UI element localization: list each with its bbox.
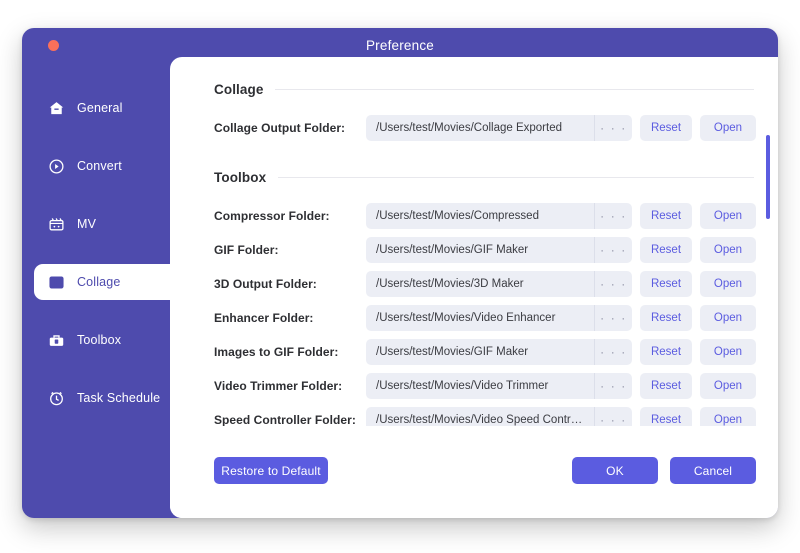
path-value: /Users/test/Movies/Compressed (376, 210, 539, 222)
clock-icon (48, 390, 65, 407)
browse-ellipsis-icon[interactable]: · · · (594, 115, 632, 141)
path-value: /Users/test/Movies/GIF Maker (376, 244, 529, 256)
scrollbar-thumb[interactable] (766, 135, 770, 219)
path-value: /Users/test/Movies/Video Enhancer (376, 312, 556, 324)
path-value: /Users/test/Movies/Video Trimmer (376, 380, 549, 392)
open-button[interactable]: Open (700, 115, 756, 141)
toolbox-icon (48, 332, 65, 349)
reset-button[interactable]: Reset (640, 373, 692, 399)
home-icon (48, 100, 65, 117)
reset-button[interactable]: Reset (640, 339, 692, 365)
clapperboard-icon (48, 216, 65, 233)
open-button[interactable]: Open (700, 271, 756, 297)
sidebar-item-task-schedule[interactable]: Task Schedule (22, 380, 182, 416)
sidebar-item-convert[interactable]: Convert (22, 148, 182, 184)
sidebar-item-label: General (77, 101, 123, 115)
reset-button[interactable]: Reset (640, 237, 692, 263)
path-field[interactable]: /Users/test/Movies/3D Maker · · · (366, 271, 632, 297)
path-field[interactable]: /Users/test/Movies/Video Trimmer · · · (366, 373, 632, 399)
section-title: Collage (214, 81, 264, 97)
browse-ellipsis-icon[interactable]: · · · (594, 271, 632, 297)
path-value: /Users/test/Movies/GIF Maker (376, 346, 529, 358)
browse-ellipsis-icon[interactable]: · · · (594, 203, 632, 229)
path-field[interactable]: /Users/test/Movies/GIF Maker · · · (366, 237, 632, 263)
row-label: Enhancer Folder: (214, 311, 314, 325)
section-divider (278, 176, 754, 178)
path-field[interactable]: /Users/test/Movies/Compressed · · · (366, 203, 632, 229)
browse-ellipsis-icon[interactable]: · · · (594, 305, 632, 331)
browse-ellipsis-icon[interactable]: · · · (594, 339, 632, 365)
scrollbar-track[interactable] (766, 83, 770, 453)
path-value: /Users/test/Movies/Collage Exported (376, 122, 562, 134)
path-field[interactable]: /Users/test/Movies/GIF Maker · · · (366, 339, 632, 365)
row-label: Collage Output Folder: (214, 121, 346, 135)
setting-row: GIF Folder: /Users/test/Movies/GIF Maker… (170, 237, 778, 263)
browse-ellipsis-icon[interactable]: · · · (594, 237, 632, 263)
settings-panel: Collage Collage Output Folder: /Users/te… (170, 57, 778, 518)
reset-button[interactable]: Reset (640, 203, 692, 229)
sidebar-item-label: Toolbox (77, 333, 122, 347)
sidebar-item-label: Convert (77, 159, 122, 173)
sidebar-item-label: Task Schedule (77, 391, 161, 405)
sidebar-item-label: Collage (77, 275, 121, 289)
path-value: /Users/test/Movies/3D Maker (376, 278, 524, 290)
setting-row: 3D Output Folder: /Users/test/Movies/3D … (170, 271, 778, 297)
row-label: 3D Output Folder: (214, 277, 317, 291)
open-button[interactable]: Open (700, 237, 756, 263)
restore-to-default-button[interactable]: Restore to Default (214, 457, 328, 484)
setting-row: Images to GIF Folder: /Users/test/Movies… (170, 339, 778, 365)
row-label: GIF Folder: (214, 243, 279, 257)
row-label: Video Trimmer Folder: (214, 379, 343, 393)
collage-grid-icon (48, 274, 65, 291)
reset-button[interactable]: Reset (640, 271, 692, 297)
section-title: Toolbox (214, 169, 267, 185)
play-circle-icon (48, 158, 65, 175)
path-field[interactable]: /Users/test/Movies/Collage Exported · · … (366, 115, 632, 141)
section-divider (275, 88, 754, 90)
section-header-collage: Collage (170, 79, 778, 99)
reset-button[interactable]: Reset (640, 115, 692, 141)
browse-ellipsis-icon[interactable]: · · · (594, 373, 632, 399)
setting-row: Compressor Folder: /Users/test/Movies/Co… (170, 203, 778, 229)
path-value: /Users/test/Movies/Video Speed Controlle… (376, 414, 593, 426)
sidebar-item-mv[interactable]: MV (22, 206, 182, 242)
open-button[interactable]: Open (700, 339, 756, 365)
cancel-button[interactable]: Cancel (670, 457, 756, 484)
setting-row: Enhancer Folder: /Users/test/Movies/Vide… (170, 305, 778, 331)
footer-bar: Restore to Default OK Cancel (170, 426, 778, 518)
section-header-toolbox: Toolbox (170, 167, 778, 187)
sidebar-item-label: MV (77, 217, 97, 231)
row-label: Images to GIF Folder: (214, 345, 339, 359)
setting-row: Video Trimmer Folder: /Users/test/Movies… (170, 373, 778, 399)
open-button[interactable]: Open (700, 203, 756, 229)
sidebar-item-toolbox[interactable]: Toolbox (22, 322, 182, 358)
path-field[interactable]: /Users/test/Movies/Video Enhancer · · · (366, 305, 632, 331)
settings-scroll-area[interactable]: Collage Collage Output Folder: /Users/te… (170, 57, 778, 455)
row-label: Speed Controller Folder: (214, 413, 356, 427)
sidebar: General Convert MV Collage Toolbox Task … (22, 62, 194, 518)
preference-window: Preference General Convert MV Collage To… (22, 28, 778, 518)
open-button[interactable]: Open (700, 373, 756, 399)
sidebar-item-general[interactable]: General (22, 90, 182, 126)
reset-button[interactable]: Reset (640, 305, 692, 331)
ok-button[interactable]: OK (572, 457, 658, 484)
row-label: Compressor Folder: (214, 209, 330, 223)
open-button[interactable]: Open (700, 305, 756, 331)
setting-row: Collage Output Folder: /Users/test/Movie… (170, 115, 778, 141)
